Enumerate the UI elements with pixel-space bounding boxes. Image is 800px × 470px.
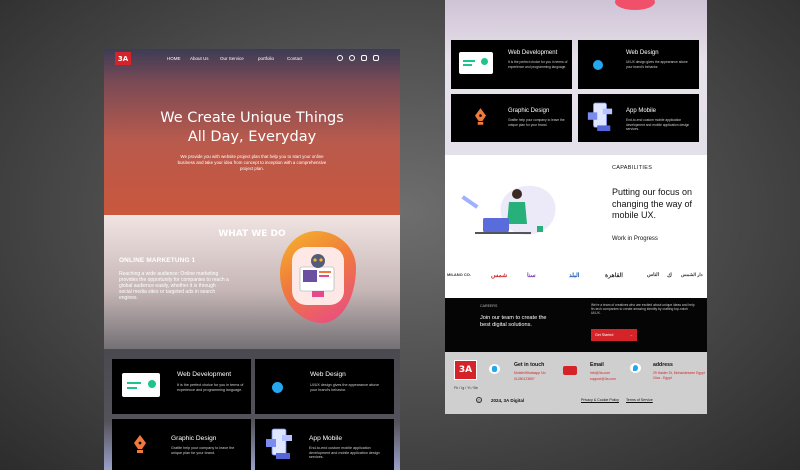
nav-service[interactable]: Our Service bbox=[220, 56, 244, 61]
service-card-title: Web Development bbox=[177, 371, 232, 378]
arrow-right-icon: → bbox=[629, 333, 633, 337]
partner-logo: دار الشمس bbox=[681, 272, 703, 277]
homepage-mockup-left: 3A HOME About Us Our Service portfolio C… bbox=[104, 49, 400, 470]
terms-link[interactable]: Terms of Service bbox=[626, 398, 653, 402]
web-design-icon bbox=[272, 382, 283, 393]
developer-illustration bbox=[461, 185, 556, 235]
web-dev-icon bbox=[122, 373, 160, 397]
youtube-icon[interactable] bbox=[361, 55, 367, 61]
partner-logo: البلد bbox=[569, 273, 580, 279]
service-card-desc: UI/UX design gives the appearance above … bbox=[310, 383, 380, 392]
decor-blob bbox=[615, 0, 655, 10]
nav-portfolio[interactable]: portfolio bbox=[258, 56, 274, 61]
service-card-graphic[interactable]: Graphic Design Grafite help your company… bbox=[112, 419, 251, 470]
partner-logo: سنا bbox=[527, 273, 536, 279]
location-icon bbox=[630, 363, 641, 373]
services-grid: Web Development It is the perfect choice… bbox=[104, 349, 400, 470]
service-card-web-dev[interactable]: Web Development It is the perfect choice… bbox=[112, 359, 251, 414]
web-design-icon bbox=[593, 60, 603, 70]
service-card-app-mobile[interactable]: App Mobile End-to-end custom mobile appl… bbox=[255, 419, 394, 470]
hero-title-line1: We Create Unique Things bbox=[160, 110, 344, 126]
hero-title: We Create Unique Things All Day, Everyda… bbox=[104, 109, 400, 147]
touch-description: Mobile/Whatsapp No bbox=[514, 371, 546, 375]
careers-description: We're a team of creatives who are excite… bbox=[591, 303, 695, 316]
get-started-button[interactable]: Get Started → bbox=[591, 329, 637, 341]
web-dev-icon bbox=[459, 52, 493, 74]
partner-logo: ك bbox=[667, 273, 672, 279]
service-card-title: Web Design bbox=[310, 371, 346, 378]
capabilities-heading: Putting our focus on changing the way of… bbox=[612, 187, 693, 220]
email-address[interactable]: support@3a.com bbox=[590, 377, 616, 381]
partner-logo: شمس bbox=[491, 273, 508, 279]
address-label: address bbox=[653, 362, 673, 368]
service-card-desc: End-to-end custom mobile application dev… bbox=[309, 446, 380, 460]
capabilities-label: CAPABILITIES bbox=[612, 165, 653, 171]
service-card-desc: It is the perfect choice for you in term… bbox=[508, 60, 568, 69]
services-grid-top: Web Development It is the perfect choice… bbox=[445, 0, 707, 155]
capabilities-section: CAPABILITIES Putting our focus on changi… bbox=[445, 155, 707, 260]
phone-number[interactable]: 01280123897 bbox=[514, 377, 535, 381]
partner-logos-strip: MILANO CO. شمس سنا البلد القاهرة الناس ك… bbox=[445, 260, 707, 298]
email-address[interactable]: info@3a.com bbox=[590, 371, 610, 375]
hero-description: We provide you with website project plan… bbox=[177, 154, 327, 171]
partner-logo: الناس bbox=[647, 272, 660, 278]
service-card-desc: It is the perfect choice for you in term… bbox=[177, 383, 244, 392]
mobile-app-icon bbox=[587, 102, 613, 131]
service-card-title: Web Design bbox=[626, 50, 659, 56]
hero-section: 3A HOME About Us Our Service portfolio C… bbox=[104, 49, 400, 215]
footer: 3A Fb / Ig / Yt / Be Get in touch Mobile… bbox=[445, 352, 707, 414]
service-item-desc: Reaching a wide audience: Online marketi… bbox=[119, 271, 229, 301]
service-card-title: Graphic Design bbox=[171, 435, 217, 442]
partner-logo: القاهرة bbox=[605, 273, 623, 279]
get-started-label: Get Started bbox=[595, 333, 614, 337]
careers-label: CAREERS bbox=[480, 304, 498, 308]
nav-about[interactable]: About Us bbox=[190, 56, 209, 61]
copyright-icon: © bbox=[476, 397, 482, 403]
service-item-title: ONLINE MARKETUNG 1 bbox=[119, 257, 196, 264]
mobile-app-icon bbox=[266, 428, 292, 459]
footer-logo[interactable]: 3A bbox=[454, 360, 477, 380]
footer-social-links[interactable]: Fb / Ig / Yt / Be bbox=[454, 386, 478, 390]
address-text: 29 Haider St, Mohandeseen Egypt Giza - E… bbox=[653, 371, 705, 380]
facebook-icon[interactable] bbox=[349, 55, 355, 61]
service-card-title: Graphic Design bbox=[508, 108, 550, 114]
service-card-desc: Grafite help your company to leave the u… bbox=[508, 118, 565, 127]
careers-heading: Join our team to create the best digital… bbox=[480, 315, 547, 328]
copyright-text: 2024, 3A Digital bbox=[491, 398, 525, 403]
get-in-touch-label: Get in touch bbox=[514, 362, 545, 368]
pen-nib-icon bbox=[475, 108, 486, 125]
pen-nib-icon bbox=[134, 435, 146, 453]
partner-logo: MILANO CO. bbox=[447, 272, 471, 277]
marketing-illustration bbox=[292, 247, 344, 305]
service-card-desc: UI/UX design gives the appearance above … bbox=[626, 60, 688, 69]
work-in-progress-text: Work in Progress bbox=[612, 236, 658, 242]
top-nav: 3A HOME About Us Our Service portfolio C… bbox=[104, 49, 400, 69]
service-card-title: Web Development bbox=[508, 50, 558, 56]
brand-logo[interactable]: 3A bbox=[115, 52, 131, 65]
service-card-app-mobile[interactable]: App Mobile End-to-end custom mobile appl… bbox=[578, 94, 699, 142]
section-title: WHAT WE DO bbox=[218, 229, 286, 239]
service-card-title: App Mobile bbox=[309, 435, 342, 442]
what-we-do-section: WHAT WE DO ONLINE MARKETUNG 1 Reaching a… bbox=[104, 215, 400, 365]
homepage-mockup-right: Web Development It is the perfect choice… bbox=[445, 0, 707, 414]
nav-contact[interactable]: Contact bbox=[287, 56, 303, 61]
twitter-icon[interactable] bbox=[337, 55, 343, 61]
service-card-web-design[interactable]: Web Design UI/UX design gives the appear… bbox=[255, 359, 394, 414]
email-icon bbox=[563, 366, 577, 375]
phone-icon bbox=[489, 364, 500, 374]
service-card-web-dev[interactable]: Web Development It is the perfect choice… bbox=[451, 40, 572, 89]
nav-home[interactable]: HOME bbox=[167, 56, 181, 61]
hero-title-line2: All Day, Everyday bbox=[187, 129, 317, 145]
email-label: Email bbox=[590, 362, 604, 368]
careers-section: CAREERS Join our team to create the best… bbox=[445, 298, 707, 352]
service-card-desc: End-to-end custom mobile application dev… bbox=[626, 118, 690, 132]
service-card-graphic[interactable]: Graphic Design Grafite help your company… bbox=[451, 94, 572, 142]
instagram-icon[interactable] bbox=[373, 55, 379, 61]
service-card-desc: Grafite help your company to leave the u… bbox=[171, 446, 235, 455]
service-card-web-design[interactable]: Web Design UI/UX design gives the appear… bbox=[578, 40, 699, 89]
service-card-title: App Mobile bbox=[626, 108, 657, 114]
privacy-link[interactable]: Privacy & Cookie Policy bbox=[581, 398, 619, 402]
